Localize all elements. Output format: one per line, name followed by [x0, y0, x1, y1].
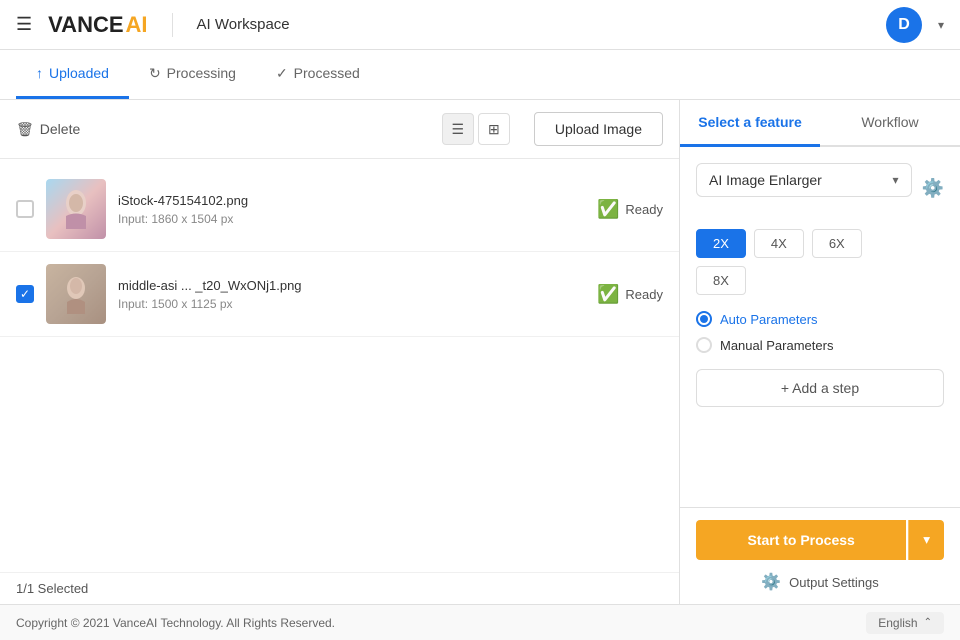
list-item[interactable]: ✓ middle-asi ... _t20_WxONj1.png Input: …: [0, 252, 679, 337]
auto-parameters-radio[interactable]: [696, 311, 712, 327]
manual-parameters-radio[interactable]: [696, 337, 712, 353]
copyright-text: Copyright © 2021 VanceAI Technology. All…: [16, 616, 335, 630]
footer: Copyright © 2021 VanceAI Technology. All…: [0, 604, 960, 640]
process-button-row: Start to Process ▾: [696, 520, 944, 560]
process-section: Start to Process ▾ ⚙️ Output Settings: [680, 507, 960, 604]
manual-parameters-label: Manual Parameters: [720, 338, 833, 353]
file2-thumbnail: [46, 264, 106, 324]
auto-parameters-label: Auto Parameters: [720, 312, 818, 327]
file2-checkbox[interactable]: ✓: [16, 285, 34, 303]
upload-image-button[interactable]: Upload Image: [534, 112, 663, 146]
toolbar: 🗑 Delete ☰ ⊞ Upload Image: [0, 100, 679, 159]
feature-dropdown[interactable]: AI Image Enlarger ▾: [696, 163, 912, 197]
language-label: English: [878, 616, 917, 630]
file1-checkbox[interactable]: [16, 200, 34, 218]
auto-parameters-option[interactable]: Auto Parameters: [696, 311, 944, 327]
list-item[interactable]: iStock-475154102.png Input: 1860 x 1504 …: [0, 167, 679, 252]
scale-8x-button[interactable]: 8X: [696, 266, 746, 295]
output-settings-icon: ⚙️: [761, 572, 781, 592]
file2-dimensions: Input: 1500 x 1125 px: [118, 297, 585, 311]
tab-processing[interactable]: ↻ Processing: [129, 50, 256, 99]
tab-workflow[interactable]: Workflow: [820, 100, 960, 147]
upload-icon: ↑: [36, 65, 43, 81]
scale-options-row2: 8X: [696, 266, 944, 295]
tab-uploaded[interactable]: ↑ Uploaded: [16, 50, 129, 99]
file1-name: iStock-475154102.png: [118, 193, 585, 208]
file1-info: iStock-475154102.png Input: 1860 x 1504 …: [118, 193, 585, 226]
tab-uploaded-label: Uploaded: [49, 65, 109, 81]
file-list: iStock-475154102.png Input: 1860 x 1504 …: [0, 159, 679, 572]
tab-processed-label: Processed: [294, 65, 360, 81]
file2-status-icon: ✅: [597, 284, 619, 305]
logo-ai: AI: [126, 12, 148, 38]
manual-parameters-option[interactable]: Manual Parameters: [696, 337, 944, 353]
logo: VANCE AI: [48, 12, 147, 38]
language-chevron-icon: ⌃: [924, 617, 932, 628]
scale-6x-button[interactable]: 6X: [812, 229, 862, 258]
tab-select-feature[interactable]: Select a feature: [680, 100, 820, 147]
header-divider: [172, 13, 173, 37]
tab-processing-label: Processing: [167, 65, 236, 81]
file1-status: ✅ Ready: [597, 199, 663, 220]
view-toggle: ☰ ⊞: [442, 113, 510, 145]
feature-settings-icon[interactable]: ⚙️: [922, 178, 944, 199]
avatar-caret-icon[interactable]: ▾: [938, 18, 944, 32]
scale-4x-button[interactable]: 4X: [754, 229, 804, 258]
trash-icon: 🗑: [16, 121, 34, 138]
main-content: 🗑 Delete ☰ ⊞ Upload Image: [0, 100, 960, 604]
processing-icon: ↻: [149, 65, 161, 82]
scale-options: 2X 4X 6X: [696, 229, 944, 258]
parameter-options: Auto Parameters Manual Parameters: [696, 311, 944, 353]
output-settings[interactable]: ⚙️ Output Settings: [696, 572, 944, 592]
file1-status-icon: ✅: [597, 199, 619, 220]
file2-info: middle-asi ... _t20_WxONj1.png Input: 15…: [118, 278, 585, 311]
main-tabs: ↑ Uploaded ↻ Processing ✓ Processed: [0, 50, 960, 100]
file2-status: ✅ Ready: [597, 284, 663, 305]
output-settings-label: Output Settings: [789, 575, 879, 590]
avatar[interactable]: D: [886, 7, 922, 43]
feature-tabs: Select a feature Workflow: [680, 100, 960, 147]
hamburger-menu[interactable]: ☰: [16, 14, 32, 35]
file2-status-text: Ready: [625, 287, 663, 302]
delete-label: Delete: [40, 121, 80, 137]
list-view-button[interactable]: ☰: [442, 113, 474, 145]
delete-button[interactable]: 🗑 Delete: [16, 121, 80, 138]
tab-processed[interactable]: ✓ Processed: [256, 50, 380, 99]
add-step-button[interactable]: + Add a step: [696, 369, 944, 407]
feature-dropdown-label: AI Image Enlarger: [709, 172, 885, 188]
workspace-title: AI Workspace: [197, 16, 870, 33]
dropdown-caret-icon: ▾: [893, 173, 899, 187]
logo-vance: VANCE: [48, 12, 123, 38]
right-panel-content: AI Image Enlarger ▾ ⚙️ 2X 4X 6X 8X Auto …: [680, 147, 960, 507]
right-panel: Select a feature Workflow AI Image Enlar…: [680, 100, 960, 604]
file2-name: middle-asi ... _t20_WxONj1.png: [118, 278, 585, 293]
process-caret-button[interactable]: ▾: [908, 520, 944, 560]
file1-thumbnail: [46, 179, 106, 239]
selected-info: 1/1 Selected: [0, 572, 679, 604]
scale-2x-button[interactable]: 2X: [696, 229, 746, 258]
file1-dimensions: Input: 1860 x 1504 px: [118, 212, 585, 226]
left-panel: 🗑 Delete ☰ ⊞ Upload Image: [0, 100, 680, 604]
header: ☰ VANCE AI AI Workspace D ▾: [0, 0, 960, 50]
processed-icon: ✓: [276, 65, 288, 82]
grid-view-button[interactable]: ⊞: [478, 113, 510, 145]
file1-status-text: Ready: [625, 202, 663, 217]
language-selector[interactable]: English ⌃: [866, 612, 944, 634]
start-process-button[interactable]: Start to Process: [696, 520, 906, 560]
